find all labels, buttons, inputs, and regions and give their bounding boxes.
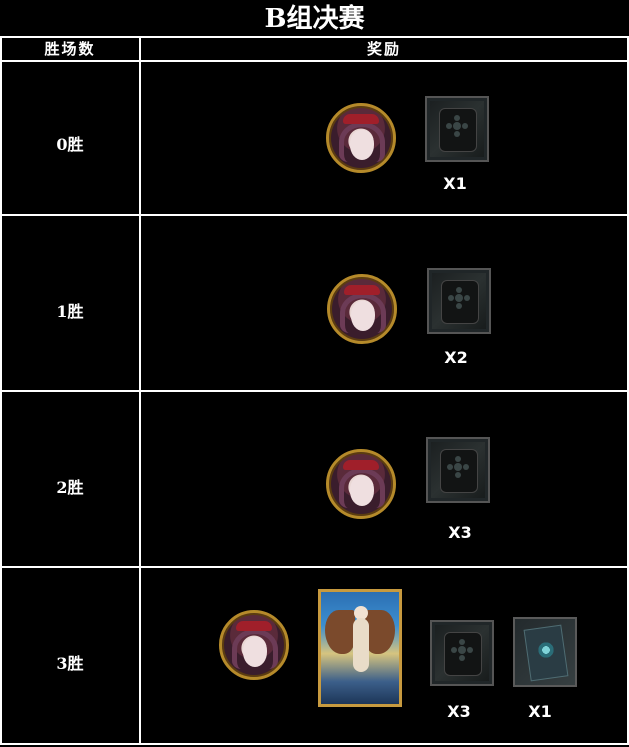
divider <box>0 743 629 745</box>
divider <box>0 214 629 216</box>
divider <box>0 390 629 392</box>
divider <box>0 566 629 568</box>
page-title: B组决赛 <box>264 4 365 34</box>
blue-card-back-icon <box>513 617 577 687</box>
card-back-icon <box>425 96 489 162</box>
avatar-icon <box>219 610 289 680</box>
divider <box>0 60 629 62</box>
reward-quantity: X1 <box>528 702 552 721</box>
column-header-wins: 胜场数 <box>44 40 96 58</box>
avatar-icon <box>327 274 397 344</box>
hero-card-icon <box>318 589 402 707</box>
reward-quantity: X3 <box>448 523 472 542</box>
wins-label: 2胜 <box>56 478 84 497</box>
wins-label: 3胜 <box>56 654 84 673</box>
card-back-icon <box>430 620 494 686</box>
column-header-rewards: 奖励 <box>366 40 401 58</box>
avatar-icon <box>326 449 396 519</box>
reward-quantity: X1 <box>443 174 467 193</box>
wins-label: 1胜 <box>56 302 84 321</box>
card-back-icon <box>426 437 490 503</box>
wins-label: 0胜 <box>56 135 84 154</box>
card-back-icon <box>427 268 491 334</box>
reward-table: B组决赛 胜场数 奖励 0胜 X1 1胜 X2 2胜 X3 3胜 X3 X1 <box>0 0 629 747</box>
reward-quantity: X3 <box>447 702 471 721</box>
reward-quantity: X2 <box>444 348 468 367</box>
avatar-icon <box>326 103 396 173</box>
